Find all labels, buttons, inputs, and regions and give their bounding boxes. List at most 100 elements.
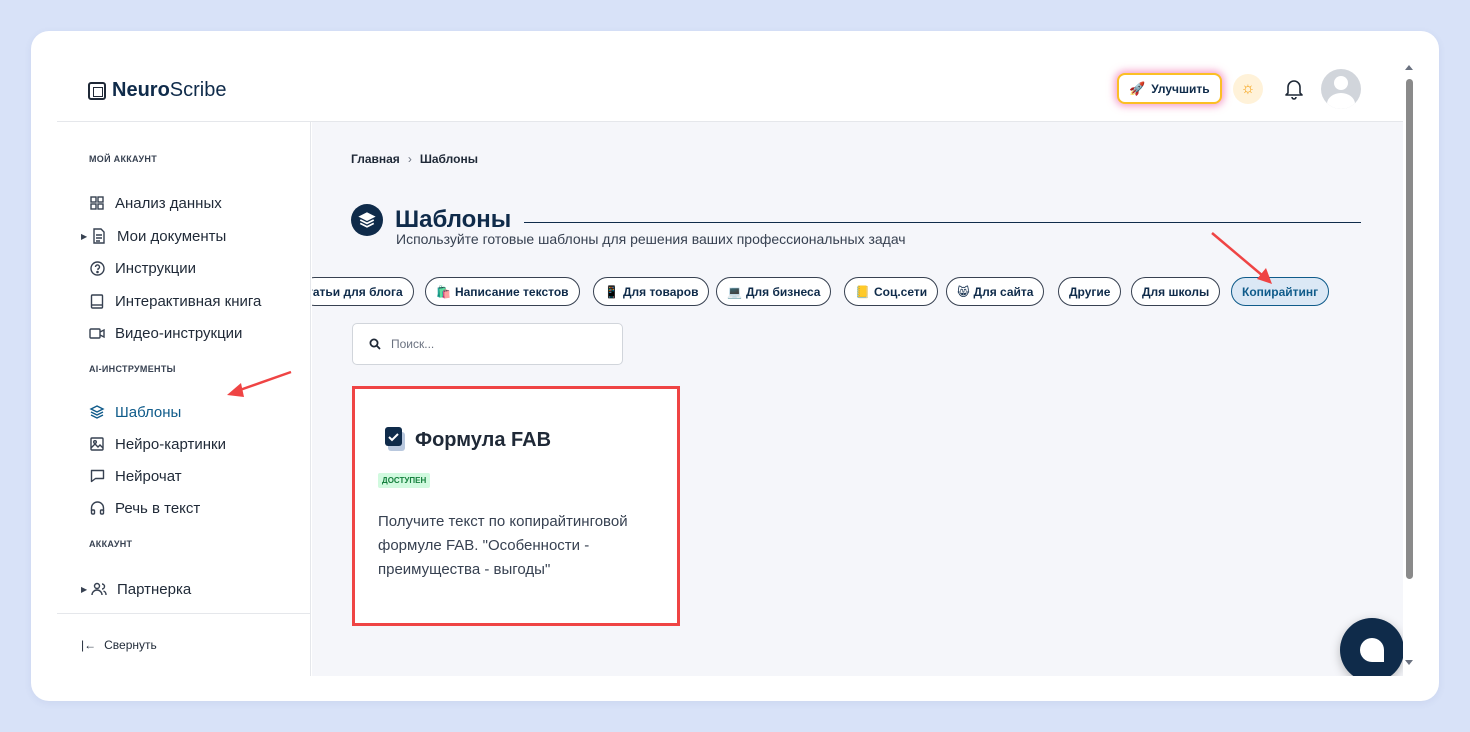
- scrollbar-thumb[interactable]: [1406, 79, 1413, 579]
- sidebar-item-templates[interactable]: Шаблоны: [89, 400, 181, 424]
- category-chip-label: татьи для блога: [312, 284, 403, 299]
- sidebar-item-label: Интерактивная книга: [115, 292, 262, 310]
- template-card-header: Формула FAB: [385, 427, 551, 453]
- category-chip-label: Для сайта: [973, 284, 1034, 299]
- layers-icon: [89, 404, 105, 420]
- category-chip-school[interactable]: Для школы: [1131, 277, 1221, 306]
- logo-bold-text: Neuro: [112, 79, 170, 101]
- page-title: Шаблоны: [395, 206, 512, 233]
- sidebar-section-title: АККАУНТ: [89, 539, 133, 549]
- document-icon: [91, 228, 107, 244]
- app-window: NeuroScribe 🚀 Улучшить ☼ МОЙ АККАУНТ Ана…: [57, 57, 1415, 676]
- breadcrumb: Главная › Шаблоны: [351, 152, 478, 166]
- category-chip-writing[interactable]: 🛍️ Написание текстов: [425, 277, 580, 306]
- rocket-icon: 🚀: [1129, 80, 1146, 96]
- page-scrollbar[interactable]: [1403, 57, 1415, 676]
- search-box: [352, 323, 623, 365]
- collapse-label: Свернуть: [104, 638, 157, 652]
- category-chip-label: Для товаров: [622, 284, 699, 299]
- layers-icon: [351, 204, 383, 236]
- sidebar-item-speech-to-text[interactable]: Речь в текст: [89, 496, 200, 520]
- status-badge: ДОСТУПЕН: [378, 473, 431, 488]
- chat-icon: [89, 468, 105, 484]
- sidebar-item-label: Партнерка: [117, 580, 192, 598]
- phone-icon: 📱: [604, 284, 619, 299]
- collapse-sidebar-button[interactable]: |← Свернуть: [57, 613, 311, 676]
- sidebar-item-label: Нейро-картинки: [115, 435, 226, 453]
- category-chip-copywriting[interactable]: Копирайтинг: [1231, 277, 1330, 306]
- category-chip-social[interactable]: 📒 Соц.сети: [844, 277, 939, 306]
- upgrade-button[interactable]: 🚀 Улучшить: [1117, 73, 1222, 104]
- sidebar-item-label: Шаблоны: [115, 403, 182, 421]
- breadcrumb-current: Шаблоны: [419, 152, 478, 166]
- category-chip-label: Написание текстов: [454, 284, 569, 299]
- template-card-title: Формула FAB: [415, 428, 552, 451]
- category-chip-products[interactable]: 📱 Для товаров: [593, 277, 710, 306]
- category-chip-blog[interactable]: татьи для блога: [312, 277, 414, 306]
- chat-widget-button[interactable]: [1340, 618, 1403, 676]
- sidebar: МОЙ АККАУНТ Анализ данных ▶ Мои документ…: [57, 122, 311, 676]
- sidebar-item-neurochat[interactable]: Нейрочат: [89, 464, 182, 488]
- search-input[interactable]: [391, 337, 611, 351]
- users-icon: [91, 581, 107, 597]
- logo[interactable]: NeuroScribe: [88, 79, 227, 102]
- template-card[interactable]: Формула FAB ДОСТУПЕН Получите текст по к…: [352, 386, 680, 626]
- sidebar-item-data-analysis[interactable]: Анализ данных: [89, 191, 222, 215]
- title-divider: [524, 222, 1361, 223]
- notifications-button[interactable]: [1283, 77, 1305, 101]
- breadcrumb-home-link[interactable]: Главная: [351, 152, 400, 166]
- screenshot-frame: NeuroScribe 🚀 Улучшить ☼ МОЙ АККАУНТ Ана…: [31, 31, 1439, 701]
- user-avatar[interactable]: [1321, 69, 1361, 109]
- sun-icon: ☼: [1240, 80, 1256, 97]
- category-chip-label: Другие: [1069, 284, 1111, 299]
- chat-bubble-icon: [1360, 638, 1384, 662]
- category-chip-label: Копирайтинг: [1242, 284, 1319, 299]
- scroll-down-arrow-icon[interactable]: [1405, 660, 1413, 665]
- page-subtitle: Используйте готовые шаблоны для решения …: [396, 231, 906, 247]
- bell-icon: [1285, 80, 1303, 100]
- category-chip-other[interactable]: Другие: [1058, 277, 1122, 306]
- upgrade-label: Улучшить: [1151, 81, 1210, 96]
- category-chip-business[interactable]: 💻 Для бизнеса: [716, 277, 832, 306]
- category-chip-label: Для бизнеса: [745, 284, 821, 299]
- sidebar-item-label: Инструкции: [115, 259, 197, 277]
- scroll-up-arrow-icon[interactable]: [1405, 65, 1413, 70]
- help-circle-icon: [89, 260, 105, 276]
- category-chip-label: Для школы: [1142, 284, 1210, 299]
- sidebar-item-label: Речь в текст: [115, 499, 201, 517]
- sidebar-item-interactive-book[interactable]: Интерактивная книга: [89, 289, 261, 313]
- theme-toggle-button[interactable]: ☼: [1233, 74, 1263, 104]
- sidebar-item-label: Мои документы: [117, 227, 227, 245]
- sidebar-item-label: Нейрочат: [115, 467, 182, 485]
- main-content: Главная › Шаблоны Шаблоны Используйте го…: [312, 122, 1403, 676]
- book-icon: [89, 293, 105, 309]
- sidebar-item-partner[interactable]: ▶ Партнерка: [81, 577, 191, 601]
- search-icon: [369, 338, 381, 350]
- collapse-left-icon: |←: [81, 638, 97, 652]
- breadcrumb-separator-icon: ›: [407, 152, 412, 166]
- sidebar-item-neuro-images[interactable]: Нейро-картинки: [89, 432, 226, 456]
- category-filter-bar: татьи для блога 🛍️ Написание текстов 📱 Д…: [312, 277, 1403, 307]
- sidebar-item-instructions[interactable]: Инструкции: [89, 256, 196, 280]
- headphones-icon: [89, 500, 105, 516]
- grid-icon: [89, 195, 105, 211]
- cat-face-icon: 😸: [957, 284, 970, 299]
- top-header: NeuroScribe 🚀 Улучшить ☼: [57, 57, 1403, 122]
- checkbox-icon: [385, 427, 405, 451]
- category-chip-website[interactable]: 😸 Для сайта: [946, 277, 1045, 306]
- sidebar-item-label: Видео-инструкции: [115, 324, 243, 342]
- category-chip-label: Соц.сети: [873, 284, 928, 299]
- notebook-icon: 📒: [855, 284, 870, 299]
- sidebar-item-my-documents[interactable]: ▶ Мои документы: [81, 224, 226, 248]
- sidebar-item-video-instructions[interactable]: Видео-инструкции: [89, 321, 242, 345]
- sidebar-section-title: AI-ИНСТРУМЕНТЫ: [89, 364, 176, 374]
- laptop-icon: 💻: [727, 284, 742, 299]
- caret-right-icon: ▶: [81, 231, 88, 241]
- logo-icon: [88, 81, 106, 100]
- video-icon: [89, 325, 105, 341]
- image-icon: [89, 436, 105, 452]
- sidebar-section-title: МОЙ АККАУНТ: [89, 154, 158, 164]
- logo-rest-text: Scribe: [169, 79, 227, 101]
- sidebar-item-label: Анализ данных: [115, 194, 222, 212]
- shopping-bag-icon: 🛍️: [436, 284, 451, 299]
